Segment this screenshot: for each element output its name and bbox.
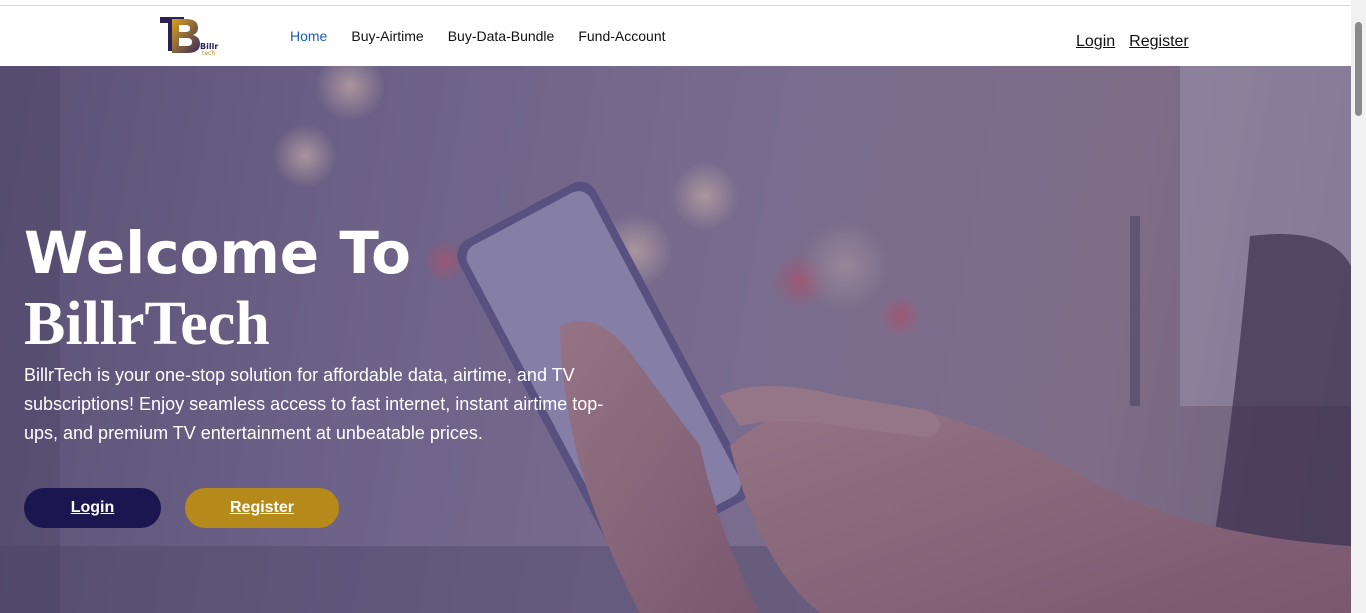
- brand-logo[interactable]: Billr tech: [158, 13, 220, 57]
- hero-title-line2: BillrTech: [24, 290, 270, 358]
- scrollbar-thumb[interactable]: [1355, 22, 1362, 116]
- nav-buy-data-bundle[interactable]: Buy-Data-Bundle: [448, 28, 555, 44]
- main-nav: Home Buy-Airtime Buy-Data-Bundle Fund-Ac…: [290, 28, 666, 44]
- svg-text:tech: tech: [202, 50, 215, 55]
- hero-section: Welcome To BillrTech BillrTech is your o…: [0, 66, 1351, 613]
- nav-home[interactable]: Home: [290, 28, 327, 44]
- nav-login-link[interactable]: Login: [1076, 33, 1115, 51]
- hero-login-button[interactable]: Login: [24, 488, 161, 528]
- nav-register-link[interactable]: Register: [1129, 33, 1189, 51]
- nav-auth: Login Register: [1076, 33, 1189, 51]
- logo-icon: Billr tech: [160, 17, 218, 57]
- hero-register-button[interactable]: Register: [185, 488, 339, 528]
- page-scrollbar[interactable]: [1351, 0, 1366, 613]
- hero-title-line1: Welcome To: [24, 219, 412, 287]
- hero-title: Welcome To BillrTech: [24, 218, 411, 360]
- nav-buy-airtime[interactable]: Buy-Airtime: [351, 28, 423, 44]
- nav-fund-account[interactable]: Fund-Account: [578, 28, 665, 44]
- navbar: Billr tech Home Buy-Airtime Buy-Data-Bun…: [0, 6, 1351, 66]
- hero-description: BillrTech is your one-stop solution for …: [24, 365, 604, 443]
